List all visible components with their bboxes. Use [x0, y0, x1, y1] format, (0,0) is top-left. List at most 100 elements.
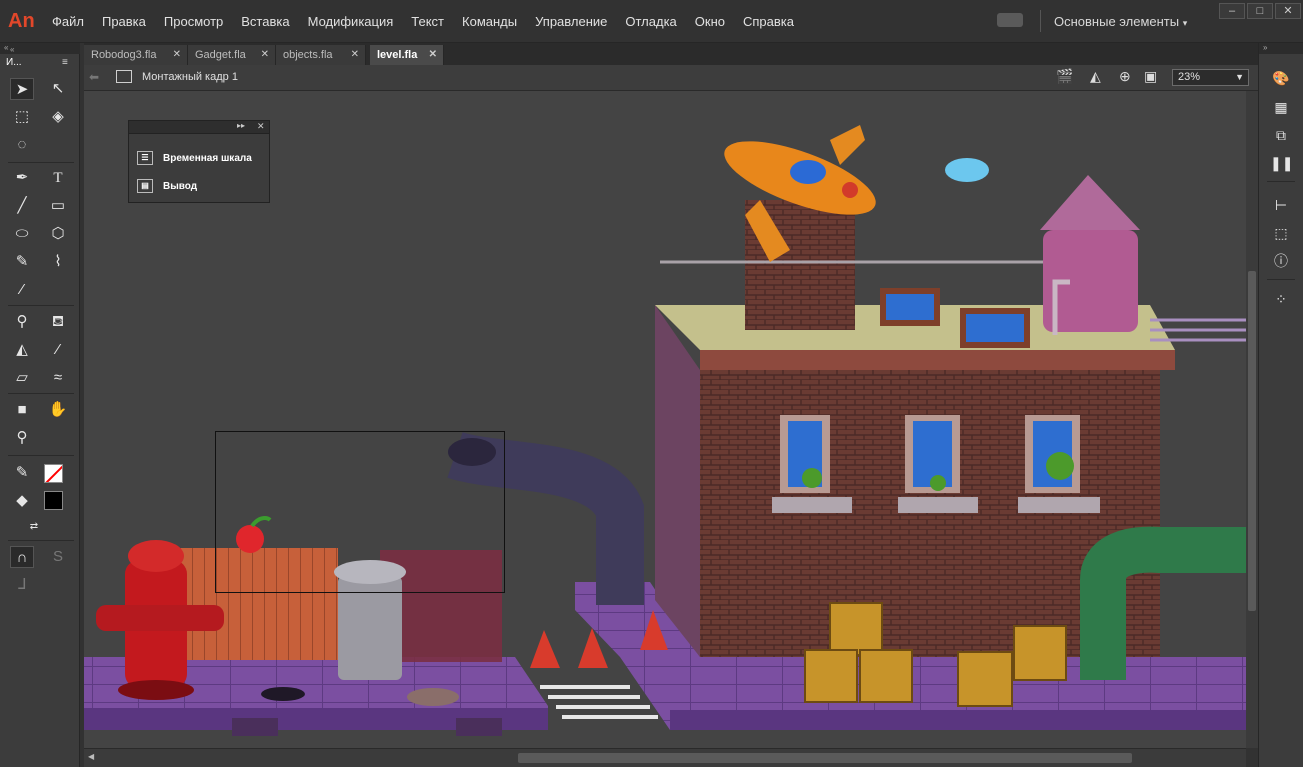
- smooth-icon[interactable]: S: [46, 546, 70, 568]
- free-transform-tool-icon[interactable]: ⬚: [10, 106, 34, 128]
- eyedropper-tool-icon[interactable]: ⁄: [46, 339, 70, 361]
- menu-text[interactable]: Текст: [411, 14, 444, 29]
- pen-tool-icon[interactable]: ✒: [10, 167, 34, 189]
- close-button[interactable]: ✕: [1275, 3, 1301, 19]
- close-icon[interactable]: ✕: [257, 121, 265, 132]
- menu-file[interactable]: Файл: [52, 14, 84, 29]
- app-logo: An: [8, 10, 35, 32]
- swap-colors-icon[interactable]: ⇄: [22, 516, 46, 538]
- workspace-switcher[interactable]: Основные элементы ▾: [1054, 14, 1187, 29]
- output-label: Вывод: [163, 180, 198, 192]
- close-icon[interactable]: ✕: [173, 45, 181, 65]
- scrollbar-thumb[interactable]: [518, 753, 1132, 763]
- oval-tool-icon[interactable]: ⬭: [10, 223, 34, 245]
- chevron-down-icon: ▾: [1182, 18, 1188, 28]
- divider: [1040, 10, 1041, 32]
- output-icon: ▤: [137, 179, 153, 193]
- bone-tool-icon[interactable]: ⚲: [10, 311, 34, 333]
- snap-to-objects-icon[interactable]: ∩: [10, 546, 34, 568]
- tab-gadget[interactable]: Gadget.fla ✕: [188, 45, 276, 65]
- chevron-down-icon: ▼: [1235, 72, 1244, 82]
- scroll-left-icon[interactable]: ◀: [88, 752, 94, 761]
- menu-window[interactable]: Окно: [695, 14, 725, 29]
- menu-debug[interactable]: Отладка: [625, 14, 676, 29]
- menu-control[interactable]: Управление: [535, 14, 607, 29]
- collapse-icon[interactable]: «: [10, 45, 14, 54]
- lasso-tool-icon[interactable]: ◌: [10, 134, 34, 156]
- zoom-tool-icon[interactable]: ⚲: [10, 427, 34, 449]
- dock-header[interactable]: »: [1259, 43, 1303, 54]
- scrollbar-thumb[interactable]: [1248, 271, 1256, 611]
- divider: [8, 540, 74, 541]
- zoom-select[interactable]: 23% ▼: [1172, 69, 1249, 86]
- close-icon[interactable]: ✕: [429, 45, 437, 65]
- properties-icon[interactable]: 🎨: [1270, 68, 1292, 88]
- menu-view[interactable]: Просмотр: [164, 14, 223, 29]
- floating-panel: ▸▸ ✕ ☰ Временная шкала ▤ Вывод: [128, 120, 270, 203]
- clip-content-icon[interactable]: ▣: [1144, 68, 1157, 85]
- swatches-icon[interactable]: ▦: [1270, 97, 1292, 117]
- maximize-button[interactable]: □: [1247, 3, 1273, 19]
- paint-brush-tool-icon[interactable]: ⁄: [10, 279, 34, 301]
- document-tabs: « Robodog3.fla ✕ Gadget.fla ✕ objects.fla ✕…: [10, 43, 1258, 65]
- menu-bar: An Файл Правка Просмотр Вставка Модифика…: [0, 0, 1303, 43]
- stroke-color-swatch[interactable]: [44, 464, 63, 483]
- menu-edit[interactable]: Правка: [102, 14, 146, 29]
- fill-color-swatch[interactable]: [44, 491, 63, 510]
- timeline-icon: ☰: [137, 151, 153, 165]
- panel-menu-icon[interactable]: ≡: [62, 57, 68, 68]
- timeline-panel-button[interactable]: ☰ Временная шкала: [137, 148, 252, 168]
- pencil-tool-icon[interactable]: ✎: [10, 251, 34, 273]
- motion-presets-icon[interactable]: ⁘: [1270, 289, 1292, 309]
- horizontal-scrollbar[interactable]: ◀: [84, 748, 1246, 767]
- selection-tool-icon[interactable]: ➤: [10, 78, 34, 100]
- menu-help[interactable]: Справка: [743, 14, 794, 29]
- camera-tool-icon[interactable]: ■: [10, 399, 34, 421]
- brush-tool-icon[interactable]: ⌇: [46, 251, 70, 273]
- align-icon[interactable]: ⊢: [1270, 195, 1292, 215]
- edit-scene-icon[interactable]: 🎬: [1056, 68, 1073, 85]
- line-tool-icon[interactable]: ╱: [10, 195, 34, 217]
- eraser-tool-icon[interactable]: ▱: [10, 367, 34, 389]
- menu-modify[interactable]: Модификация: [308, 14, 394, 29]
- polystar-tool-icon[interactable]: ⬡: [46, 223, 70, 245]
- center-stage-icon[interactable]: ⊕: [1119, 68, 1131, 85]
- straighten-icon[interactable]: ᒧ: [10, 574, 34, 596]
- vertical-scrollbar[interactable]: [1246, 91, 1258, 748]
- tab-objects[interactable]: objects.fla ✕: [276, 45, 366, 65]
- tab-level[interactable]: level.fla ✕: [370, 45, 444, 65]
- width-tool-icon[interactable]: ≈: [46, 367, 70, 389]
- divider: [8, 162, 74, 163]
- divider: [8, 393, 74, 394]
- edit-symbols-icon[interactable]: ◭: [1090, 68, 1101, 85]
- menu-commands[interactable]: Команды: [462, 14, 517, 29]
- text-tool-icon[interactable]: T: [46, 167, 70, 189]
- 3d-rotation-tool-icon[interactable]: ◈: [46, 106, 70, 128]
- transform-icon[interactable]: ⬚: [1270, 223, 1292, 243]
- output-panel-button[interactable]: ▤ Вывод: [137, 176, 197, 196]
- paint-bucket-tool-icon[interactable]: ⛾: [46, 311, 70, 333]
- stroke-color-icon[interactable]: ✎: [10, 462, 34, 484]
- menu-insert[interactable]: Вставка: [241, 14, 289, 29]
- fill-color-icon[interactable]: ◆: [10, 490, 34, 512]
- library-icon[interactable]: ⧉: [1270, 125, 1292, 145]
- components-icon[interactable]: ❚❚: [1270, 153, 1293, 173]
- rectangle-tool-icon[interactable]: ▭: [46, 195, 70, 217]
- close-icon[interactable]: ✕: [261, 45, 269, 65]
- close-icon[interactable]: ✕: [351, 45, 359, 65]
- hand-tool-icon[interactable]: ✋: [46, 399, 70, 421]
- expand-icon[interactable]: ▸▸: [237, 121, 245, 130]
- menu-list: Файл Правка Просмотр Вставка Модификация…: [52, 0, 812, 43]
- tools-panel: « И... ≡ ➤ ↖ ⬚ ◈ ◌ ✒ T ╱ ▭ ⬭ ⬡ ✎ ⌇ ⁄ ⚲ ⛾…: [0, 43, 80, 767]
- back-arrow-icon[interactable]: ⬅: [89, 70, 99, 84]
- tab-robodog3[interactable]: Robodog3.fla ✕: [84, 45, 188, 65]
- minimize-button[interactable]: –: [1219, 3, 1245, 19]
- sync-settings-icon[interactable]: [997, 13, 1023, 27]
- panel-header[interactable]: ▸▸ ✕: [129, 121, 269, 134]
- info-icon[interactable]: ⓘ: [1270, 251, 1292, 271]
- scene-label: Монтажный кадр 1: [142, 71, 238, 83]
- tab-label: level.fla: [377, 49, 418, 61]
- ink-bottle-tool-icon[interactable]: ◭: [10, 339, 34, 361]
- subselection-tool-icon[interactable]: ↖: [46, 78, 70, 100]
- edit-bar: ⬅ Монтажный кадр 1 🎬 ◭ ⊕ ▣ 23% ▼: [84, 65, 1258, 91]
